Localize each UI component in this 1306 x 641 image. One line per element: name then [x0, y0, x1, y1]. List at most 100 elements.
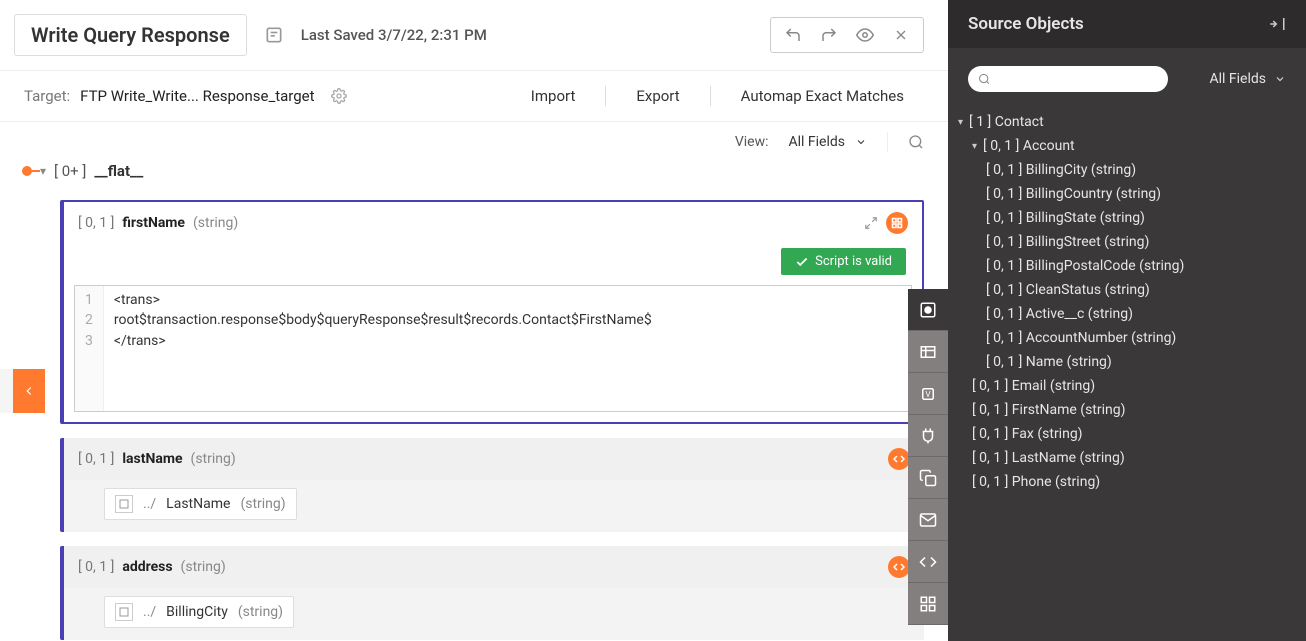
tree-node-email[interactable]: [ 0, 1 ] Email (string): [958, 374, 1286, 398]
dock-plugins-button[interactable]: [908, 415, 948, 457]
mapping-type: (string): [240, 496, 285, 512]
root-cardinality: [ 0+ ]: [54, 162, 86, 180]
chevron-down-icon: [1274, 73, 1286, 85]
card-name: lastName: [122, 451, 182, 467]
card-name: firstName: [122, 215, 185, 231]
dock-table-button[interactable]: [908, 331, 948, 373]
tree-node-accountnumber[interactable]: [ 0, 1 ] AccountNumber (string): [958, 326, 1286, 350]
close-button[interactable]: [883, 18, 919, 52]
panel-tools: All Fields: [948, 48, 1306, 110]
field-head-firstname[interactable]: [ 0, 1 ] firstName (string): [64, 202, 922, 244]
root-node-icon: [22, 166, 32, 176]
panel-search-input[interactable]: [968, 66, 1168, 92]
tree-node-billingpostalcode[interactable]: [ 0, 1 ] BillingPostalCode (string): [958, 254, 1286, 278]
right-tool-dock: V: [908, 289, 948, 625]
search-icon[interactable]: [908, 134, 924, 150]
script-mode-icon[interactable]: [888, 556, 910, 578]
root-node-row[interactable]: ▾ [ 0+ ] __flat__: [18, 162, 924, 186]
automap-button[interactable]: Automap Exact Matches: [721, 81, 924, 111]
chevron-left-icon: [22, 384, 36, 398]
script-valid-text: Script is valid: [815, 254, 892, 269]
tree-node-name[interactable]: [ 0, 1 ] Name (string): [958, 350, 1286, 374]
source-cube-icon: [115, 603, 133, 621]
tree-node-billingstreet[interactable]: [ 0, 1 ] BillingStreet (string): [958, 230, 1286, 254]
last-saved-label: Last Saved 3/7/22, 2:31 PM: [301, 26, 487, 44]
source-objects-panel: Source Objects All Fields ▾[ 1 ] Contact…: [948, 0, 1306, 641]
gear-icon[interactable]: [331, 88, 347, 104]
header-bar: Write Query Response Last Saved 3/7/22, …: [0, 0, 948, 70]
preview-button[interactable]: [847, 18, 883, 52]
target-value: FTP Write_Write... Response_target: [80, 87, 314, 105]
tree-node-lastname[interactable]: [ 0, 1 ] LastName (string): [958, 446, 1286, 470]
tree-node-firstname[interactable]: [ 0, 1 ] FirstName (string): [958, 398, 1286, 422]
tree-node-activec[interactable]: [ 0, 1 ] Active__c (string): [958, 302, 1286, 326]
mapping-chip-lastname[interactable]: ../ LastName (string): [104, 488, 297, 520]
code-gutter: 123: [75, 286, 104, 411]
search-icon: [978, 72, 990, 86]
dock-variables-button[interactable]: V: [908, 373, 948, 415]
expand-icon[interactable]: [864, 216, 878, 230]
script-valid-badge: Script is valid: [781, 248, 906, 275]
tree-node-billingcity[interactable]: [ 0, 1 ] BillingCity (string): [958, 158, 1286, 182]
dock-code-button[interactable]: [908, 541, 948, 583]
field-card-firstname: [ 0, 1 ] firstName (string) Script is va…: [60, 200, 924, 424]
dock-copy-button[interactable]: [908, 457, 948, 499]
chevron-down-icon: ▾: [958, 117, 963, 128]
field-card-lastname: [ 0, 1 ] lastName (string) ../ LastName …: [60, 438, 924, 532]
undo-button[interactable]: [775, 18, 811, 52]
tree-node-contact[interactable]: ▾[ 1 ] Contact: [958, 110, 1286, 134]
field-head-lastname[interactable]: [ 0, 1 ] lastName (string): [64, 438, 924, 480]
mapping-name: LastName: [166, 496, 230, 512]
tree-node-account[interactable]: ▾[ 0, 1 ] Account: [958, 134, 1286, 158]
panel-header: Source Objects: [948, 0, 1306, 48]
mapping-name: BillingCity: [166, 604, 228, 620]
tree-node-billingstate[interactable]: [ 0, 1 ] BillingState (string): [958, 206, 1286, 230]
mapping-path: ../: [143, 604, 156, 620]
redo-button[interactable]: [811, 18, 847, 52]
script-editor[interactable]: 123 <trans> root$transaction.response$bo…: [74, 285, 912, 412]
collapse-panel-icon[interactable]: [1268, 15, 1286, 33]
script-mode-icon[interactable]: [886, 212, 908, 234]
field-card-address: [ 0, 1 ] address (string) ../ BillingCit…: [60, 546, 924, 640]
panel-search-field[interactable]: [998, 72, 1158, 87]
card-type: (string): [191, 451, 236, 467]
card-name: address: [122, 559, 172, 575]
chevron-down-icon: [855, 136, 867, 148]
svg-text:V: V: [925, 390, 931, 400]
dock-apps-button[interactable]: [908, 583, 948, 625]
code-lines: <trans> root$transaction.response$body$q…: [104, 286, 911, 411]
dock-email-button[interactable]: [908, 499, 948, 541]
dock-source-objects-button[interactable]: [908, 289, 948, 331]
card-cardinality: [ 0, 1 ]: [78, 215, 114, 231]
source-cube-icon: [115, 495, 133, 513]
note-icon[interactable]: [263, 24, 285, 46]
card-cardinality: [ 0, 1 ]: [78, 451, 114, 467]
tree-node-cleanstatus[interactable]: [ 0, 1 ] CleanStatus (string): [958, 278, 1286, 302]
script-mode-icon[interactable]: [888, 448, 910, 470]
left-collapse-tab[interactable]: [0, 369, 45, 413]
view-selected-value: All Fields: [788, 134, 845, 150]
mapping-type: (string): [238, 604, 283, 620]
root-name: __flat__: [94, 162, 143, 180]
import-button[interactable]: Import: [511, 81, 596, 111]
card-type: (string): [193, 215, 238, 231]
panel-title: Source Objects: [968, 14, 1084, 34]
chevron-down-icon: ▾: [40, 164, 46, 178]
tree-node-phone[interactable]: [ 0, 1 ] Phone (string): [958, 470, 1286, 494]
field-head-address[interactable]: [ 0, 1 ] address (string): [64, 546, 924, 588]
card-cardinality: [ 0, 1 ]: [78, 559, 114, 575]
source-objects-tree: ▾[ 1 ] Contact ▾[ 0, 1 ] Account [ 0, 1 …: [948, 110, 1306, 641]
all-fields-label: All Fields: [1209, 71, 1266, 87]
check-icon: [795, 255, 809, 269]
card-type: (string): [181, 559, 226, 575]
subheader-bar: Target: FTP Write_Write... Response_targ…: [0, 70, 948, 122]
export-button[interactable]: Export: [616, 81, 699, 111]
tree-node-fax[interactable]: [ 0, 1 ] Fax (string): [958, 422, 1286, 446]
mapping-chip-address[interactable]: ../ BillingCity (string): [104, 596, 294, 628]
view-label: View:: [735, 134, 769, 150]
panel-all-fields-select[interactable]: All Fields: [1209, 71, 1286, 87]
chevron-down-icon: ▾: [972, 141, 977, 152]
tree-node-billingcountry[interactable]: [ 0, 1 ] BillingCountry (string): [958, 182, 1286, 206]
view-select[interactable]: All Fields: [788, 134, 867, 150]
page-title[interactable]: Write Query Response: [14, 14, 247, 56]
